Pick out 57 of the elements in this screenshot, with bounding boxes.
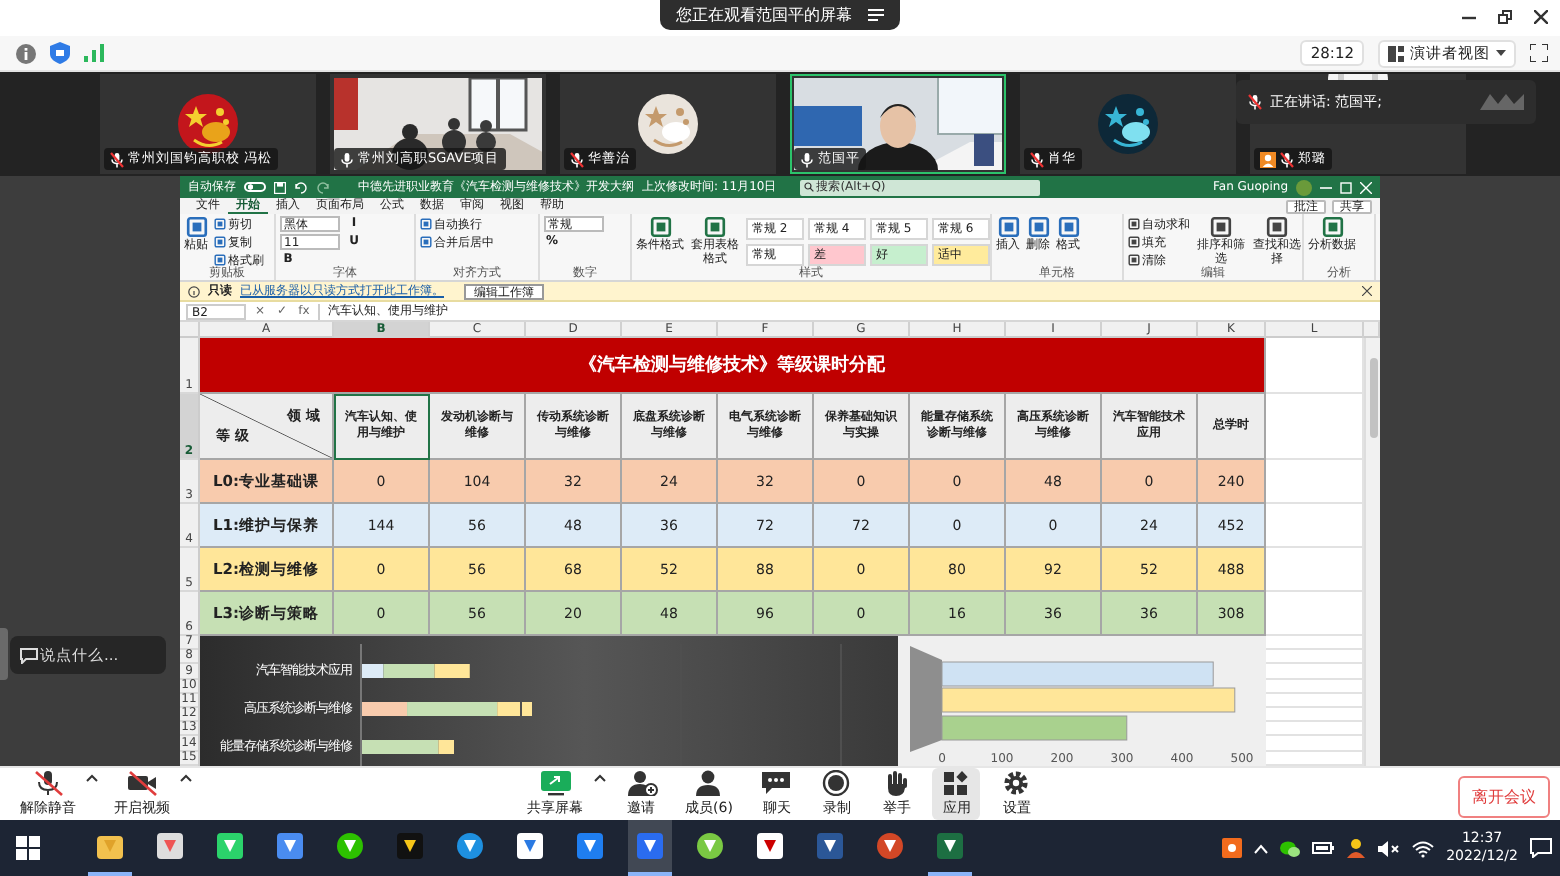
close-icon[interactable] (1362, 286, 1372, 296)
stacked-bar (360, 740, 455, 754)
leave-meeting-button[interactable]: 离开会议 (1458, 775, 1550, 817)
toggle-switch[interactable] (244, 182, 266, 192)
axis-wall (910, 646, 942, 752)
caret-icon (1496, 50, 1506, 56)
tool-icon (1321, 216, 1343, 238)
speaker-muted-icon[interactable] (1378, 839, 1401, 857)
restore-icon[interactable] (1498, 10, 1512, 24)
members-icon (692, 770, 725, 796)
info-icon[interactable] (16, 43, 36, 63)
tool-icon (997, 216, 1019, 238)
tool-icon (420, 236, 432, 248)
close-icon[interactable] (1534, 10, 1548, 24)
save-icon[interactable] (274, 181, 286, 193)
notification-icon[interactable] (1530, 838, 1552, 858)
tool-icon (1128, 254, 1140, 266)
search-icon (804, 182, 815, 192)
sharing-notice: 您正在观看范国平的屏幕 (676, 4, 852, 26)
wifi-icon[interactable] (1412, 839, 1435, 857)
layout-icon (1388, 45, 1404, 61)
microphone-muted-icon (1248, 94, 1262, 110)
undo-icon[interactable] (294, 181, 308, 193)
chat-icon (20, 648, 38, 664)
tool-icon (214, 218, 226, 230)
meeting-logo-icon (1480, 92, 1524, 112)
caret-icon[interactable] (593, 774, 606, 782)
scrollbar[interactable] (1364, 338, 1380, 766)
tool-icon (1027, 216, 1049, 238)
person-icon[interactable] (1346, 838, 1367, 858)
battery-icon[interactable] (1312, 842, 1335, 854)
side-handle[interactable] (0, 628, 8, 680)
shield-icon[interactable] (50, 42, 70, 64)
info-icon (188, 285, 200, 297)
tool-icon (185, 216, 207, 238)
start-icon[interactable] (16, 836, 40, 860)
tool-icon (214, 254, 226, 266)
caret-icon[interactable] (86, 774, 98, 782)
caret-icon[interactable] (180, 774, 192, 782)
menu-icon[interactable] (868, 8, 884, 22)
tool-icon (1057, 216, 1079, 238)
tool-icon (1266, 216, 1288, 238)
sheet-title: 《汽车检测与维修技术》等级课时分配 (200, 338, 1266, 394)
tool-icon (649, 216, 671, 238)
record-icon (820, 770, 853, 796)
taskbar-button[interactable] (628, 820, 672, 876)
redo-icon[interactable] (316, 181, 330, 193)
stacked-bar (360, 664, 470, 678)
tool-icon (214, 236, 226, 248)
tool-icon (1128, 236, 1140, 248)
tool-icon (1128, 218, 1140, 230)
tool-icon (420, 218, 432, 230)
tool-icon (1210, 216, 1232, 238)
fullscreen-icon[interactable] (1530, 44, 1548, 62)
apps-icon (940, 770, 973, 796)
user-icon (1260, 151, 1276, 167)
tool-icon (704, 216, 726, 238)
